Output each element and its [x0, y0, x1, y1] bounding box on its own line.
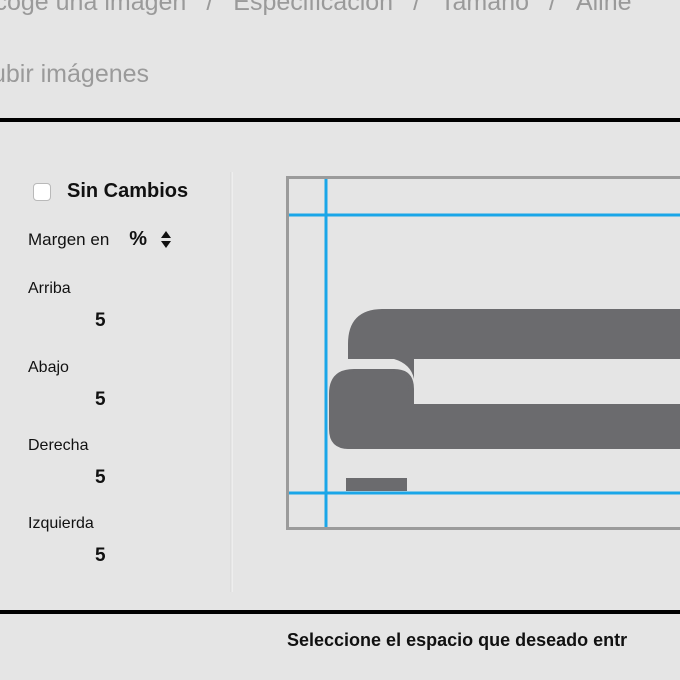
- margin-right-input[interactable]: 5: [95, 467, 106, 489]
- breadcrumb-step-size[interactable]: Tamaño: [440, 0, 529, 16]
- breadcrumb-step-choose-image[interactable]: scoge una imagen: [0, 0, 186, 16]
- no-change-checkbox[interactable]: [33, 182, 51, 201]
- sofa-icon: [329, 309, 680, 491]
- margin-unit-select[interactable]: %: [129, 228, 172, 251]
- margin-top-label: Arriba: [28, 280, 71, 297]
- margin-unit-label: Margen en: [28, 229, 110, 249]
- sort-arrows-icon: [161, 231, 172, 248]
- page-subtitle: ubir imágenes: [0, 60, 150, 88]
- breadcrumb: scoge una imagen / Especificación / Tamaño / A…: [0, 0, 632, 17]
- breadcrumb-separator: /: [413, 0, 421, 16]
- breadcrumb-separator: /: [548, 0, 556, 16]
- breadcrumb-separator: /: [206, 0, 214, 16]
- image-preview: [289, 179, 680, 527]
- margin-unit-row: Margen en %: [28, 228, 172, 251]
- margin-unit-value: %: [129, 228, 148, 250]
- breadcrumb-step-alignment[interactable]: Aline: [576, 0, 632, 16]
- footer-instruction: Seleccione el espacio que deseado entr: [287, 630, 628, 650]
- margin-right-label: Derecha: [28, 437, 89, 454]
- margin-bottom-label: Abajo: [28, 359, 69, 376]
- margin-top-input[interactable]: 5: [95, 310, 106, 332]
- bottom-divider: [0, 610, 680, 614]
- margin-bottom-input[interactable]: 5: [95, 389, 106, 411]
- panel-divider: [230, 172, 233, 592]
- breadcrumb-step-specification[interactable]: Especificación: [233, 0, 393, 16]
- no-change-label: Sin Cambios: [67, 180, 189, 202]
- margin-left-input[interactable]: 5: [95, 545, 106, 567]
- no-change-option[interactable]: Sin Cambios: [33, 180, 188, 203]
- margin-left-label: Izquierda: [28, 515, 94, 532]
